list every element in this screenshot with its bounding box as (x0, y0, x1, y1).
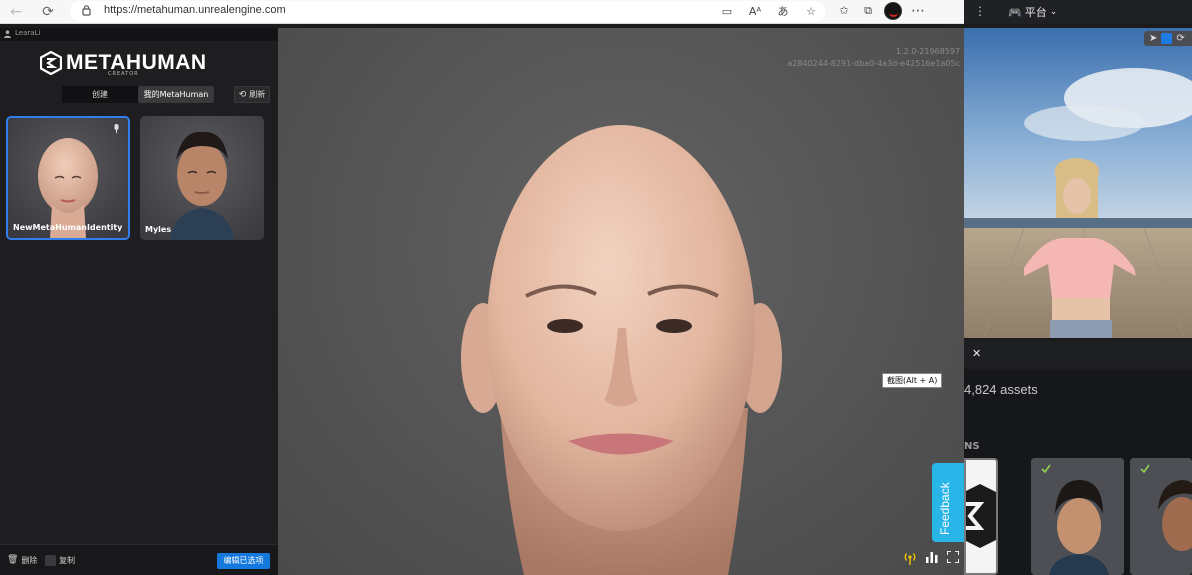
read-aloud-icon[interactable]: Aᴬ (747, 4, 763, 20)
profile-avatar[interactable] (884, 2, 902, 20)
chart-icon[interactable] (926, 551, 938, 563)
fullscreen-icon[interactable] (947, 551, 959, 563)
back-icon[interactable]: ← (6, 2, 26, 22)
assets-count: 4,824 assets (964, 382, 1038, 397)
asset-card-metahuman-logo[interactable] (964, 458, 998, 575)
edit-selected-button[interactable]: 编辑已选项 (217, 553, 270, 569)
refresh-label: 刷新 (249, 90, 266, 99)
user-icon (4, 30, 11, 38)
logo-subtitle: CREATOR (108, 71, 139, 77)
metahuman-logo-icon (966, 484, 996, 548)
favorites-list-icon[interactable]: ✩ (836, 3, 852, 19)
character-thumbnail (140, 116, 264, 240)
user-row: LearaLi (0, 28, 278, 41)
copy-icon (45, 554, 56, 566)
metahuman-logo: METAHUMAN CREATOR (40, 51, 240, 79)
scene-toolbar: ➤ ⟳ (1144, 31, 1192, 46)
translate-icon[interactable]: あ (775, 4, 791, 20)
metahuman-logo-icon (40, 51, 62, 75)
scene-render (964, 28, 1192, 338)
tab-create[interactable]: 创建 (62, 86, 138, 103)
character-name: NewMetaHumanIdentity (13, 223, 123, 232)
character-card-myles[interactable]: Myles (140, 116, 264, 240)
platform-menu[interactable]: 🎮 平台 ⌄ (1008, 4, 1057, 20)
check-icon (1140, 464, 1150, 474)
metahuman-head-render (461, 125, 782, 575)
kebab-icon[interactable]: ⋮ (974, 4, 986, 18)
feedback-label: Feedback (938, 482, 952, 535)
user-name: LearaLi (15, 29, 41, 37)
refresh-icon: ⟲ (238, 89, 247, 100)
check-icon (1041, 464, 1051, 474)
browser-toolbar: ← ⟳ https://metahuman.unrealengine.com ▭… (0, 0, 964, 24)
section-label: NS (964, 441, 980, 452)
chevron-down-icon: ⌄ (1049, 7, 1058, 17)
asset-browser: 4,824 assets NS (964, 370, 1192, 575)
move-icon[interactable] (1161, 33, 1173, 44)
viewport-controls (903, 551, 959, 565)
secondary-toolbar: ⋮ 🎮 平台 ⌄ (964, 0, 1192, 24)
asset-card-character[interactable] (1031, 458, 1124, 575)
character-thumbnail (8, 118, 128, 238)
reload-icon[interactable]: ⟳ (38, 2, 58, 22)
delete-label: 删除 (21, 555, 38, 565)
copy-label: 复制 (59, 555, 75, 565)
gamepad-icon: 🎮 (1008, 5, 1022, 19)
more-icon[interactable]: ⋯ (910, 3, 926, 19)
game-scene-preview (964, 28, 1192, 338)
copy-button[interactable]: 复制 (45, 553, 75, 567)
address-bar[interactable]: https://metahuman.unrealengine.com ▭ Aᴬ … (70, 1, 825, 22)
refresh-button[interactable]: ⟲ 刷新 (234, 86, 270, 103)
feedback-button[interactable]: Feedback (932, 463, 964, 542)
tab-my-metahuman[interactable]: 我的MetaHuman (138, 86, 214, 103)
rotate-icon[interactable]: ⟳ (1176, 33, 1184, 44)
character-name: Myles (145, 225, 172, 234)
collections-icon[interactable]: ⧉ (860, 3, 876, 19)
screenshot-tooltip: 截图(Alt + A) (882, 373, 943, 388)
favorite-icon[interactable]: ☆ (803, 4, 819, 20)
app-root: ← ⟳ https://metahuman.unrealengine.com ▭… (0, 0, 1192, 575)
character-card-newmetahumanidentity[interactable]: NewMetaHumanIdentity (6, 116, 130, 240)
view-tabs: 创建 我的MetaHuman (62, 86, 214, 103)
sidebar-footer: 🗑 删除 复制 编辑已选项 (0, 544, 278, 575)
cursor-icon[interactable]: ➤ (1149, 33, 1157, 44)
broadcast-icon[interactable] (903, 551, 917, 565)
character-thumbnail (1031, 458, 1124, 575)
platform-label: 平台 (1024, 6, 1047, 19)
character-thumbnail (1130, 458, 1192, 575)
metahuman-sidebar: LearaLi METAHUMAN CREATOR 创建 我的MetaHuman… (0, 28, 278, 575)
delete-button[interactable]: 🗑 删除 (7, 553, 37, 567)
close-icon[interactable]: ✕ (972, 347, 981, 360)
3d-viewport[interactable]: 1.2.0-21968597 a2840244-8291-dba0-4a3d-e… (278, 28, 964, 575)
url-text: https://metahuman.unrealengine.com (104, 4, 286, 16)
lock-icon (82, 5, 91, 16)
asset-card-character[interactable] (1130, 458, 1192, 575)
asset-panel-header: ✕ (964, 341, 1192, 367)
trash-icon: 🗑 (7, 555, 19, 565)
search-tab-icon[interactable]: ▭ (719, 4, 735, 20)
mic-icon (114, 124, 119, 133)
